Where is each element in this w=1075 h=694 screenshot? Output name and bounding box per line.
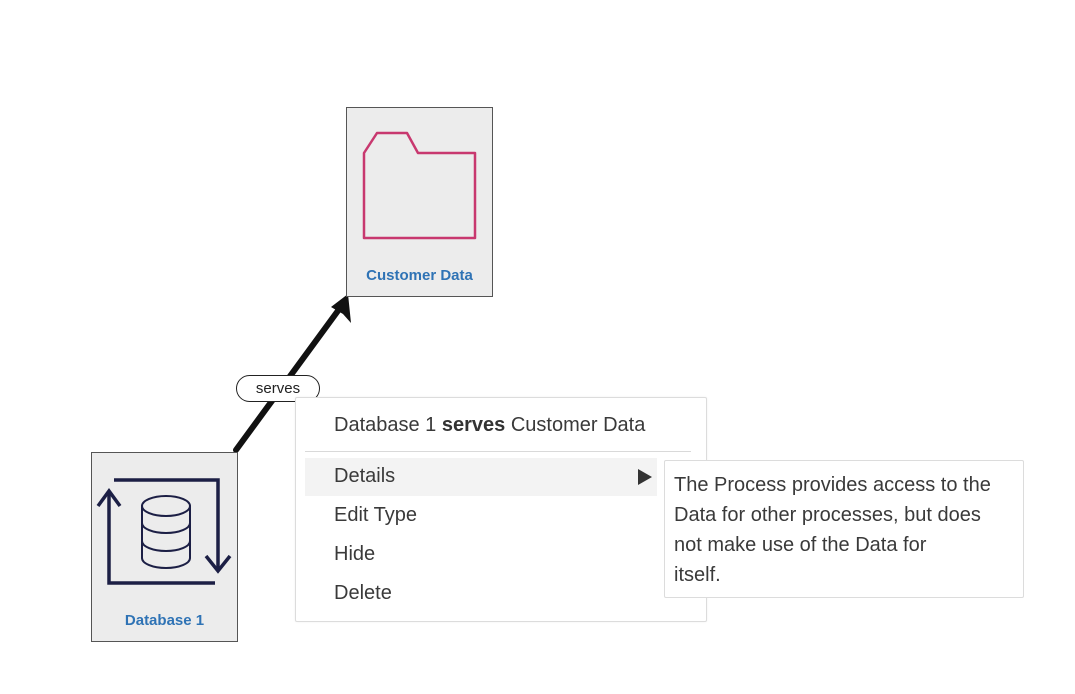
- tooltip-line: The Process provides access to the: [674, 474, 991, 496]
- menu-header: Database 1 serves Customer Data: [334, 414, 645, 437]
- database-1-node[interactable]: Database 1: [91, 452, 238, 642]
- menu-divider: [305, 451, 691, 452]
- tooltip-line: itself.: [674, 564, 721, 586]
- database-1-label: Database 1: [124, 612, 205, 629]
- menu-item-label: Delete: [334, 582, 392, 604]
- customer-data-node[interactable]: Customer Data: [346, 107, 493, 297]
- edge-label-text: serves: [255, 380, 301, 397]
- menu-item-label: Edit Type: [334, 504, 418, 526]
- menu-header-target: Customer Data: [510, 414, 646, 436]
- details-tooltip: The Process provides access to the Data …: [664, 460, 1024, 598]
- tooltip-line: not make use of the Data for: [674, 534, 927, 556]
- menu-item-hide[interactable]: Hide: [305, 536, 657, 574]
- customer-data-label: Customer Data: [366, 267, 473, 284]
- menu-item-delete[interactable]: Delete: [305, 575, 657, 613]
- menu-item-edit-type[interactable]: Edit Type: [305, 497, 657, 535]
- menu-item-details[interactable]: Details: [305, 458, 657, 496]
- submenu-arrow-icon: [638, 469, 652, 485]
- context-menu: Database 1 serves Customer Data Details …: [295, 397, 707, 622]
- menu-header-source: Database 1: [334, 414, 437, 436]
- tooltip-line: Data for other processes, but does: [674, 504, 981, 526]
- menu-item-label: Details: [334, 465, 396, 487]
- menu-header-relation: serves: [441, 414, 506, 436]
- menu-item-label: Hide: [334, 543, 376, 565]
